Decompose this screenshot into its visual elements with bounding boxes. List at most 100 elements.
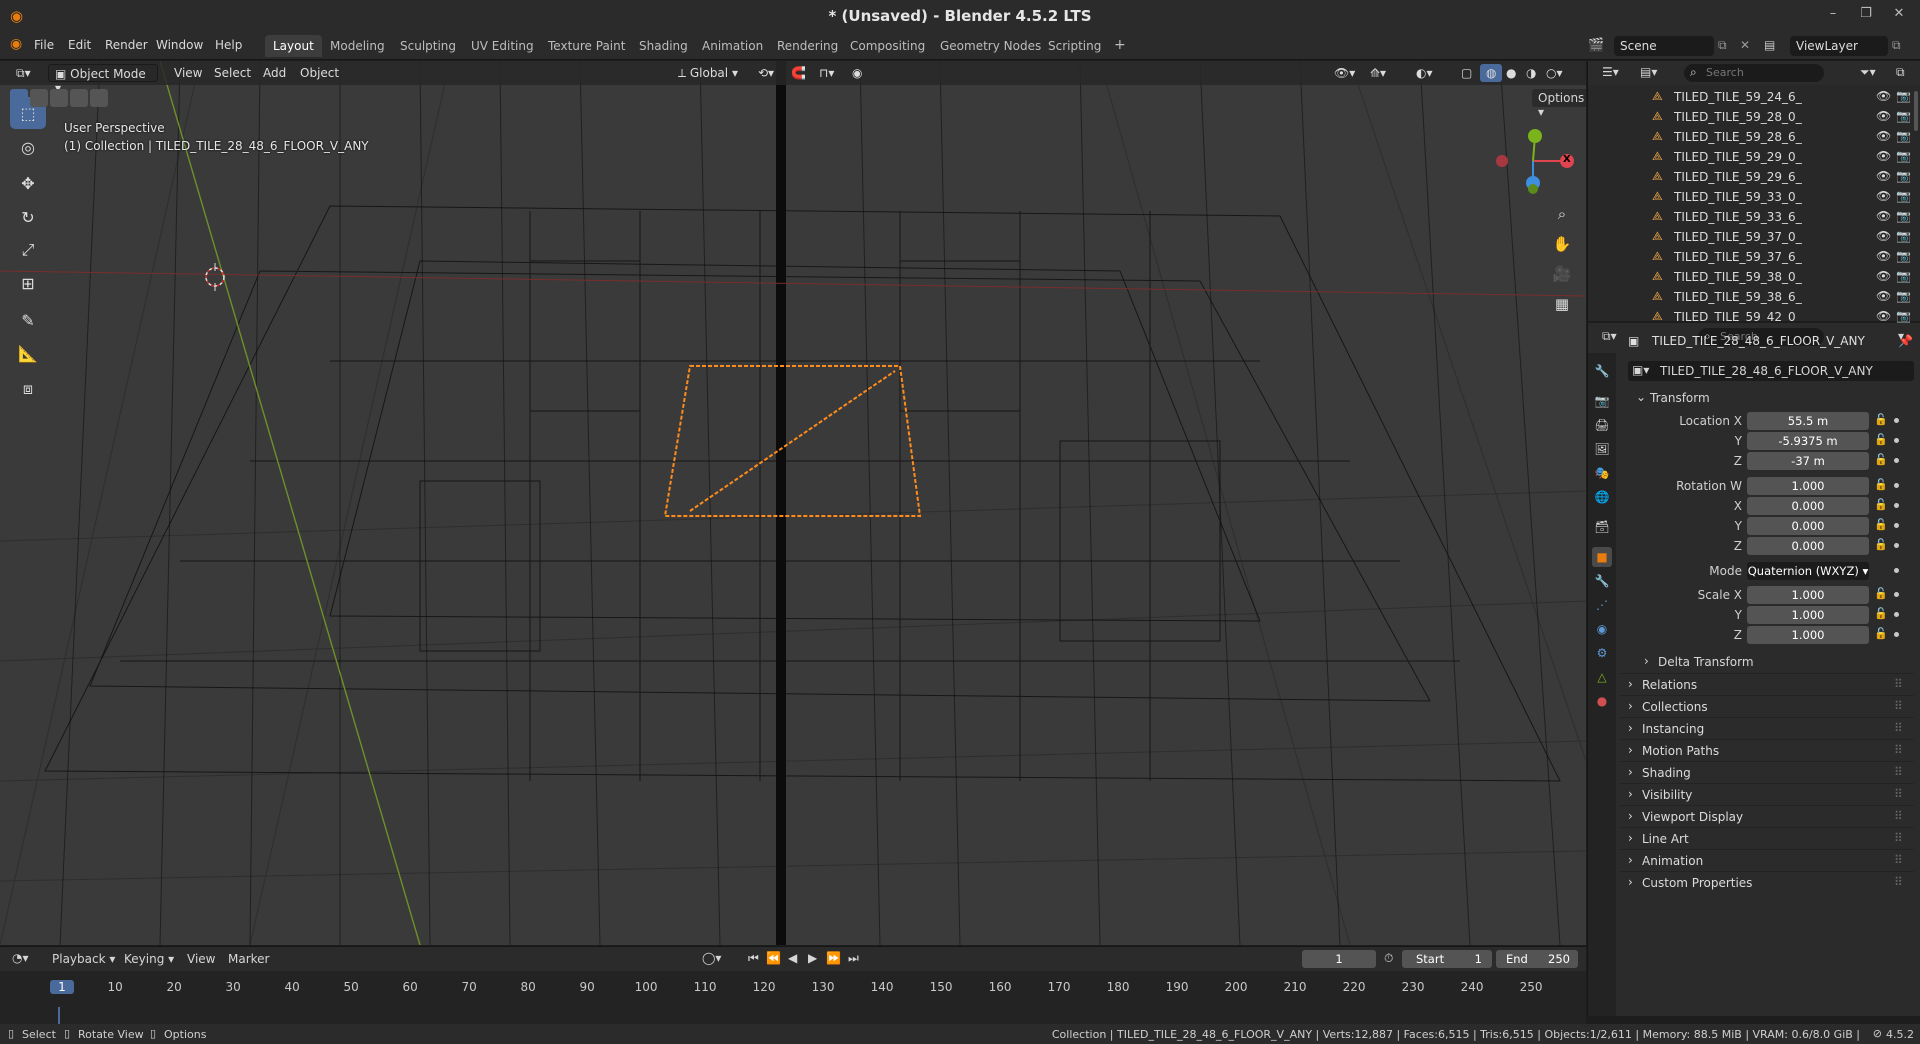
render-tab-icon[interactable]: 📷	[1592, 391, 1612, 411]
constraints-tab-icon[interactable]: ⚙	[1592, 643, 1612, 663]
outliner-item[interactable]: ⟁ TILED_TILE_59_37_6_ 👁 📷	[1588, 247, 1920, 267]
end-frame-field[interactable]: End 250	[1496, 950, 1578, 968]
pan-hand-icon[interactable]: ✋	[1550, 235, 1574, 259]
transform-panel-header[interactable]: ⌄ Transform	[1628, 387, 1914, 409]
object-tab-icon[interactable]: ■	[1592, 547, 1612, 567]
lock-icon[interactable]: 🔓	[1874, 607, 1888, 620]
tab-compositing[interactable]: Compositing	[842, 35, 933, 57]
eye-icon[interactable]: 👁	[1876, 129, 1891, 143]
outliner-search-input[interactable]: ⌕ Search	[1684, 64, 1824, 82]
xray-icon[interactable]: ▢	[1455, 64, 1478, 82]
gizmo-toggle-icon[interactable]: ⟰▾	[1364, 64, 1392, 82]
properties-editor-icon[interactable]: ⧉▾	[1602, 329, 1617, 344]
transform-tool[interactable]: ⊞	[10, 267, 46, 299]
select-invert-icon[interactable]	[70, 89, 88, 107]
move-tool[interactable]: ✥	[10, 167, 46, 199]
lock-icon[interactable]: 🔓	[1874, 433, 1888, 446]
options-dropdown[interactable]: Options ▾	[1532, 89, 1586, 119]
rotation-z-field[interactable]: 0.000	[1747, 537, 1869, 555]
gizmo-x-label[interactable]: X	[1563, 154, 1571, 165]
menu-edit[interactable]: Edit	[68, 38, 91, 52]
annotate-tool[interactable]: ✎	[10, 304, 46, 336]
tab-modeling[interactable]: Modeling	[322, 35, 393, 57]
scene-selector[interactable]: Scene	[1614, 36, 1714, 56]
camera-render-icon[interactable]: 📷	[1896, 209, 1911, 223]
keyframe-dot-icon[interactable]	[1894, 543, 1899, 548]
tab-uv-editing[interactable]: UV Editing	[463, 35, 542, 57]
camera-render-icon[interactable]: 📷	[1896, 169, 1911, 183]
menu-view[interactable]: View	[168, 64, 208, 82]
eye-icon[interactable]: 👁	[1876, 269, 1891, 283]
eye-icon[interactable]: 👁	[1876, 309, 1891, 323]
lock-icon[interactable]: 🔓	[1874, 518, 1888, 531]
drag-handle-icon[interactable]: ⠿	[1894, 831, 1903, 845]
scale-tool[interactable]: ⤢	[10, 234, 46, 266]
eye-icon[interactable]: 👁	[1876, 149, 1891, 163]
view-layer-tab-icon[interactable]: 🖼	[1592, 439, 1612, 459]
keyframe-dot-icon[interactable]	[1894, 592, 1899, 597]
play-icon[interactable]: ▶	[808, 951, 817, 965]
current-frame-marker[interactable]: 1	[50, 980, 74, 994]
tab-layout[interactable]: Layout	[265, 35, 322, 57]
ortho-grid-icon[interactable]: ▦	[1550, 295, 1574, 319]
eye-icon[interactable]: 👁	[1876, 209, 1891, 223]
outliner-item[interactable]: ⟁ TILED_TILE_59_24_6_ 👁 📷	[1588, 87, 1920, 107]
keyframe-dot-icon[interactable]	[1894, 632, 1899, 637]
properties-subpanel[interactable]: › Line Art ⠿	[1620, 827, 1914, 849]
outliner-item[interactable]: ⟁ TILED_TILE_59_29_0_ 👁 📷	[1588, 147, 1920, 167]
camera-render-icon[interactable]: 📷	[1896, 149, 1911, 163]
modifiers-tab-icon[interactable]: 🔧	[1592, 571, 1612, 591]
lock-icon[interactable]: 🔓	[1874, 538, 1888, 551]
camera-render-icon[interactable]: 📷	[1896, 289, 1911, 303]
menu-timeline-view[interactable]: View	[187, 952, 215, 966]
minimize-button[interactable]: –	[1818, 6, 1848, 26]
rotate-tool[interactable]: ↻	[10, 201, 46, 233]
zoom-icon[interactable]: ⌕	[1550, 205, 1574, 229]
pivot-point-icon[interactable]: ⟲▾	[752, 64, 780, 82]
lock-icon[interactable]: 🔓	[1874, 478, 1888, 491]
editor-type-icon[interactable]: ⧉▾	[10, 64, 37, 82]
new-collection-icon[interactable]: ⧉	[1896, 65, 1905, 80]
clock-icon[interactable]: ⏱	[1384, 951, 1393, 966]
outliner-item[interactable]: ⟁ TILED_TILE_59_37_0_ 👁 📷	[1588, 227, 1920, 247]
outliner-item[interactable]: ⟁ TILED_TILE_59_29_6_ 👁 📷	[1588, 167, 1920, 187]
rotation-mode-dropdown[interactable]: Quaternion (WXYZ) ▾	[1747, 562, 1869, 580]
drag-handle-icon[interactable]: ⠿	[1894, 743, 1903, 757]
camera-view-icon[interactable]: 🎥	[1550, 265, 1574, 289]
eye-icon[interactable]: 👁	[1876, 229, 1891, 243]
drag-handle-icon[interactable]: ⠿	[1894, 677, 1903, 691]
drag-handle-icon[interactable]: ⠿	[1894, 721, 1903, 735]
mode-selector[interactable]: ▣ Object Mode ▾	[48, 64, 158, 95]
add-cube-tool[interactable]: ⧈	[10, 373, 46, 405]
keyframe-dot-icon[interactable]	[1894, 418, 1899, 423]
location-z-field[interactable]: -37 m	[1747, 452, 1869, 470]
delete-scene-icon[interactable]: ✕	[1740, 38, 1750, 52]
keyframe-dot-icon[interactable]	[1894, 568, 1899, 573]
eye-icon[interactable]: 👁	[1876, 109, 1891, 123]
scale-x-field[interactable]: 1.000	[1747, 586, 1869, 604]
filter-icon[interactable]: ⏷▾	[1860, 65, 1876, 80]
rotation-w-field[interactable]: 1.000	[1747, 477, 1869, 495]
3d-viewport[interactable]: X User Perspective (1) Collection | TILE…	[0, 61, 1586, 945]
display-mode-icon[interactable]: ▤▾	[1640, 65, 1657, 79]
start-frame-field[interactable]: Start 1	[1402, 950, 1492, 968]
outliner-item[interactable]: ⟁ TILED_TILE_59_33_6_ 👁 📷	[1588, 207, 1920, 227]
close-button[interactable]: ✕	[1884, 6, 1914, 26]
menu-marker[interactable]: Marker	[228, 952, 269, 966]
view-layer-selector[interactable]: ViewLayer	[1790, 36, 1888, 56]
jump-end-icon[interactable]: ⏭	[848, 951, 859, 966]
lock-icon[interactable]: 🔓	[1874, 413, 1888, 426]
eye-icon[interactable]: 👁	[1876, 249, 1891, 263]
eye-icon[interactable]: 👁	[1876, 289, 1891, 303]
tab-scripting[interactable]: Scripting	[1040, 35, 1109, 57]
proportional-edit-icon[interactable]: ◉	[846, 64, 868, 82]
camera-render-icon[interactable]: 📷	[1896, 309, 1911, 323]
camera-render-icon[interactable]: 📷	[1896, 89, 1911, 103]
add-workspace-button[interactable]: +	[1106, 35, 1134, 57]
outliner-item[interactable]: ⟁ TILED_TILE_59_28_0_ 👁 📷	[1588, 107, 1920, 127]
tab-sculpting[interactable]: Sculpting	[392, 35, 464, 57]
new-view-layer-icon[interactable]: ⧉	[1892, 38, 1901, 53]
data-tab-icon[interactable]: △	[1592, 667, 1612, 687]
outliner-item[interactable]: ⟁ TILED_TILE_59_33_0_ 👁 📷	[1588, 187, 1920, 207]
transform-orientation[interactable]: ⟂ Global ▾	[672, 64, 744, 82]
